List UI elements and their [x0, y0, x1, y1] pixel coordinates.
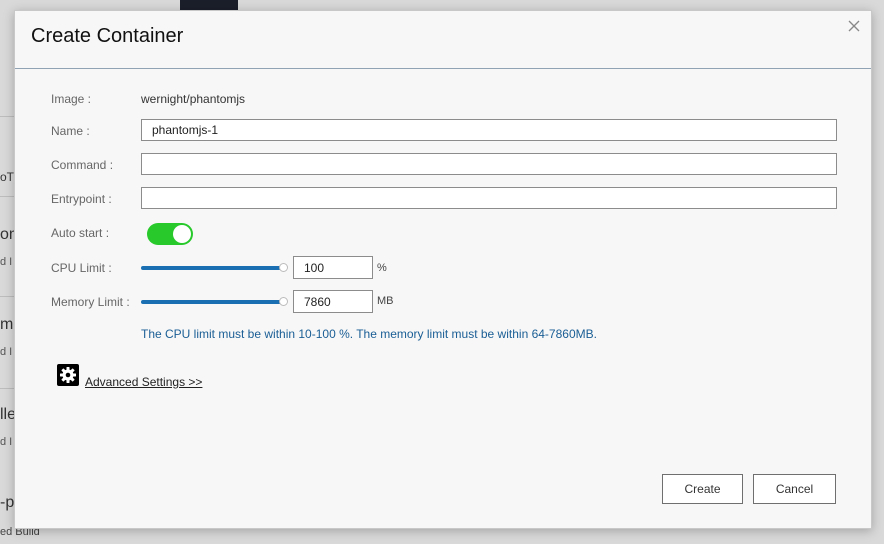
memory-limit-slider[interactable]	[141, 297, 288, 307]
memory-slider-track	[141, 300, 281, 304]
image-value: wernight/phantomjs	[141, 92, 246, 106]
memory-limit-input[interactable]	[293, 290, 373, 313]
create-container-dialog: Create Container Image : wernight/phanto…	[14, 10, 872, 529]
create-button[interactable]: Create	[662, 474, 743, 504]
command-label: Command :	[51, 158, 114, 172]
cpu-limit-label: CPU Limit :	[51, 261, 112, 275]
background-text: m	[0, 316, 14, 333]
entrypoint-input[interactable]	[141, 187, 837, 209]
background-thumbnail	[180, 0, 238, 10]
cpu-slider-thumb[interactable]	[279, 263, 288, 272]
command-input[interactable]	[141, 153, 837, 175]
name-input[interactable]	[141, 119, 837, 141]
gear-icon[interactable]	[57, 364, 79, 386]
cancel-button[interactable]: Cancel	[753, 474, 836, 504]
cpu-limit-input[interactable]	[293, 256, 373, 279]
background-text: oT	[0, 170, 15, 184]
cpu-limit-slider[interactable]	[141, 263, 288, 273]
auto-start-toggle[interactable]	[147, 223, 193, 245]
background-text: d I	[0, 346, 13, 358]
image-label: Image :	[51, 92, 92, 106]
close-icon[interactable]	[845, 17, 863, 35]
toggle-knob	[173, 225, 191, 243]
auto-start-label: Auto start :	[51, 226, 110, 240]
memory-unit: MB	[377, 295, 394, 307]
background-text: d I	[0, 256, 13, 268]
cpu-slider-track	[141, 266, 281, 270]
name-label: Name :	[51, 124, 90, 138]
limit-hint: The CPU limit must be within 10-100 %. T…	[141, 327, 597, 341]
memory-slider-thumb[interactable]	[279, 297, 288, 306]
cpu-unit: %	[377, 262, 387, 274]
entrypoint-label: Entrypoint :	[51, 192, 112, 206]
dialog-header: Create Container	[15, 11, 871, 69]
advanced-settings-link[interactable]: Advanced Settings >>	[85, 375, 202, 389]
background-text: d I	[0, 436, 13, 448]
screen: oT om d I m d I lle d I -pl ed Build Cre…	[0, 0, 884, 544]
memory-limit-label: Memory Limit :	[51, 295, 130, 309]
dialog-title: Create Container	[31, 25, 184, 47]
